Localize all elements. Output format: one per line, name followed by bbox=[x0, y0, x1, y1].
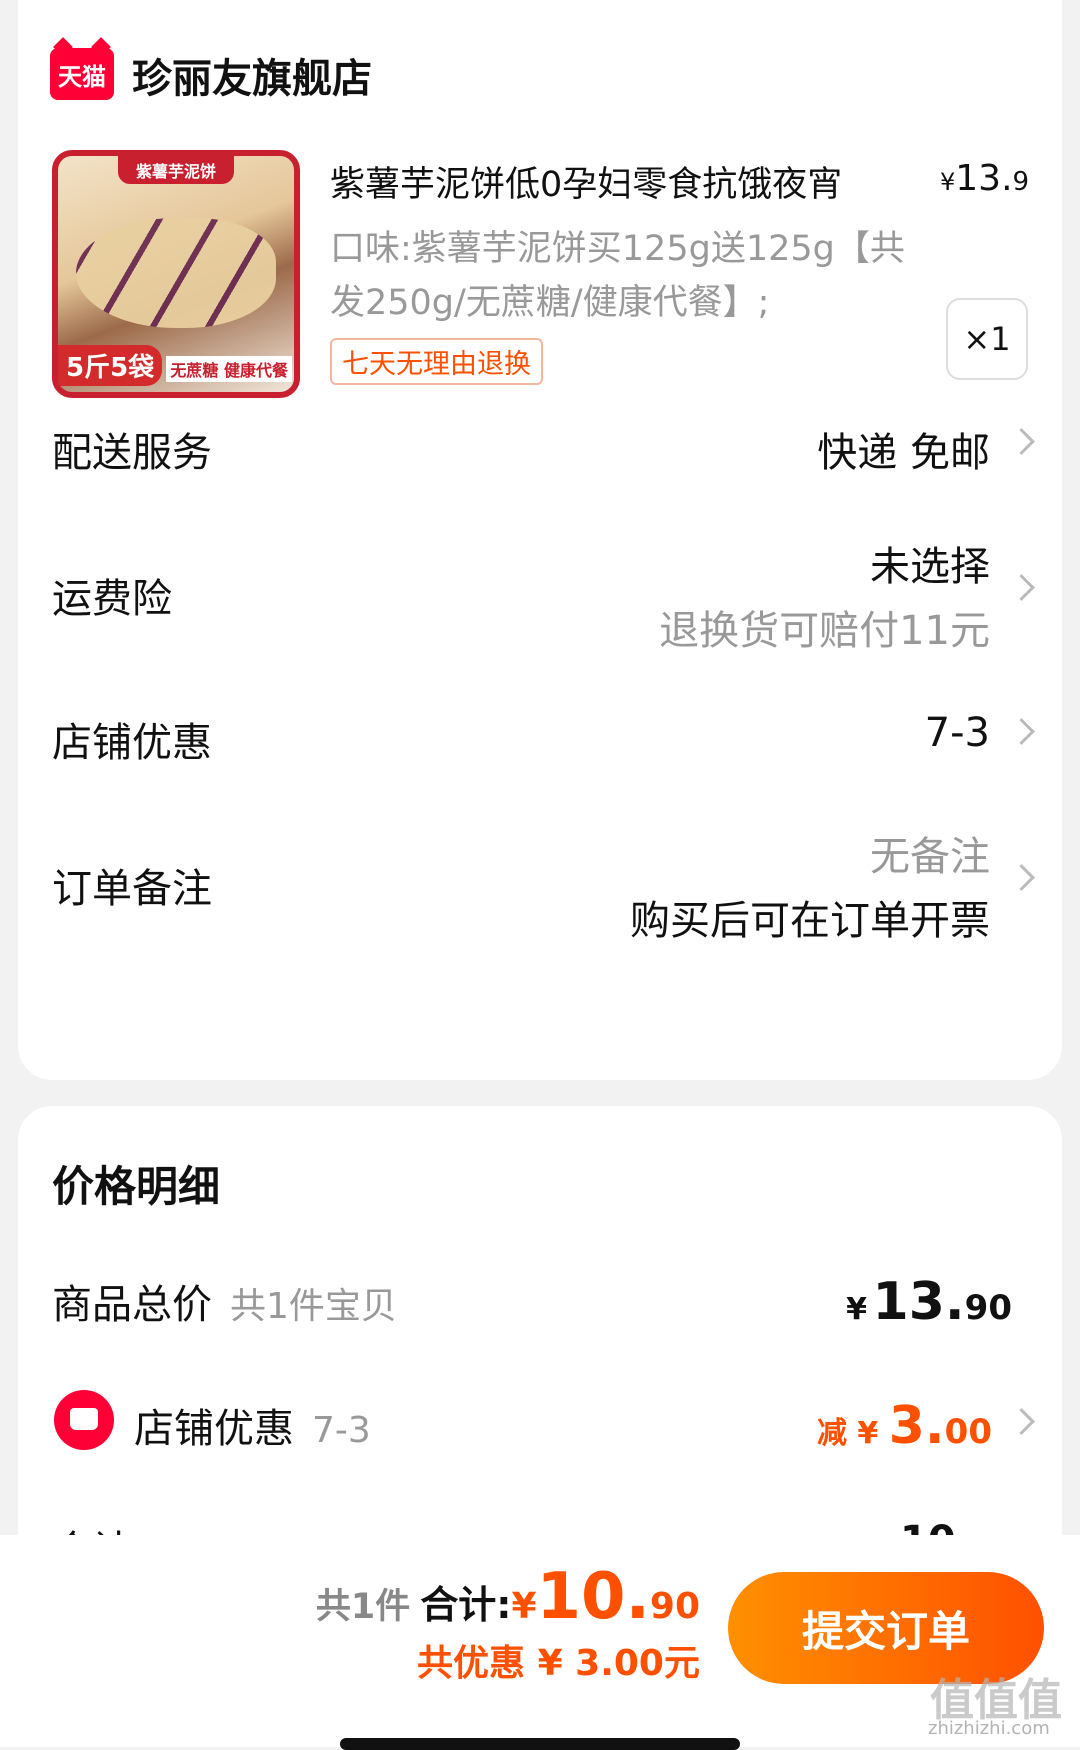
discount-prefix: 减 ¥ bbox=[816, 1416, 889, 1451]
store-discount-value: 7-3 bbox=[924, 710, 990, 756]
product-image-claim: 无蔗糖 健康代餐 bbox=[166, 356, 292, 382]
insurance-label: 运费险 bbox=[52, 576, 172, 622]
store-icon bbox=[54, 1390, 114, 1450]
total-integer: 10. bbox=[536, 1560, 650, 1634]
goods-price-integer: 13. bbox=[872, 1272, 965, 1332]
price-integer: 13. bbox=[955, 158, 1013, 199]
currency-symbol: ¥ bbox=[846, 1292, 867, 1327]
insurance-desc: 退换货可赔付11元 bbox=[659, 608, 990, 654]
total-label: 合计: bbox=[420, 1583, 512, 1627]
delivery-label: 配送服务 bbox=[52, 430, 212, 476]
product-image-tag: 紫薯芋泥饼 bbox=[117, 156, 235, 184]
order-note-label: 订单备注 bbox=[52, 866, 212, 912]
delivery-value: 快递 免邮 bbox=[817, 430, 990, 476]
watermark-url: zhizhizhi.com bbox=[928, 1718, 1050, 1739]
goods-total-label: 商品总价 bbox=[52, 1282, 212, 1328]
store-name[interactable]: 珍丽友旗舰店 bbox=[132, 46, 372, 104]
return-policy-badge: 七天无理由退换 bbox=[330, 338, 543, 385]
total-saving: 共优惠 ¥ 3.00元 bbox=[417, 1643, 700, 1684]
product-image-weight: 5斤5袋 bbox=[58, 345, 163, 386]
discount-detail-label: 店铺优惠 bbox=[134, 1406, 294, 1452]
discount-amount[interactable]: 减 ¥ 3.00 bbox=[817, 1396, 992, 1456]
discount-decimal: 00 bbox=[944, 1412, 992, 1452]
pie-illustration bbox=[76, 218, 276, 328]
store-discount-label: 店铺优惠 bbox=[52, 720, 212, 766]
product-spec[interactable]: 口味:紫薯芋泥饼买125g送125g【共发250g/无蔗糖/健康代餐】; bbox=[330, 222, 920, 330]
price-details-title: 价格明细 bbox=[52, 1162, 221, 1211]
tmall-badge-text: 天猫 bbox=[58, 62, 106, 91]
product-title[interactable]: 紫薯芋泥饼低0孕妇零食抗饿夜宵 bbox=[330, 156, 842, 207]
currency-symbol: ¥ bbox=[940, 168, 956, 196]
item-count: 共1件 bbox=[315, 1587, 411, 1627]
tmall-logo: 天猫 bbox=[50, 48, 114, 100]
order-note-value: 无备注 bbox=[870, 834, 990, 880]
price-decimal: 9 bbox=[1012, 167, 1030, 197]
home-indicator[interactable] bbox=[340, 1738, 740, 1750]
checkout-summary: 共1件 合计:¥10.90 bbox=[316, 1560, 700, 1634]
goods-count: 共1件宝贝 bbox=[230, 1286, 397, 1327]
product-image[interactable]: 紫薯芋泥饼 5斤5袋 无蔗糖 健康代餐 bbox=[52, 150, 300, 398]
quantity-selector[interactable]: ×1 bbox=[946, 298, 1028, 380]
goods-price-decimal: 90 bbox=[964, 1288, 1012, 1328]
currency-symbol: ¥ bbox=[511, 1586, 537, 1627]
goods-total-row: 商品总价 共1件宝贝 bbox=[52, 1272, 397, 1330]
insurance-status: 未选择 bbox=[870, 544, 990, 590]
discount-detail-sub: 7-3 bbox=[312, 1410, 371, 1451]
discount-integer: 3. bbox=[888, 1396, 945, 1456]
discount-detail-row[interactable]: 店铺优惠 7-3 bbox=[134, 1396, 371, 1454]
product-price: ¥13.9 bbox=[940, 158, 1029, 199]
goods-total-price: ¥ 13.90 bbox=[846, 1272, 1012, 1332]
invoice-hint: 购买后可在订单开票 bbox=[630, 898, 990, 944]
total-decimal: 90 bbox=[649, 1586, 700, 1627]
